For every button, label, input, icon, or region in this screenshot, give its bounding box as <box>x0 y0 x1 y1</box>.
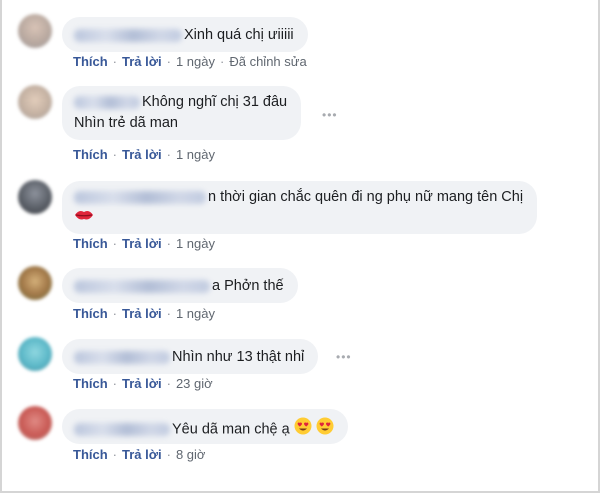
comment-bubble: Yêu dã man chệ ạ <box>62 409 348 444</box>
avatar[interactable] <box>18 406 52 440</box>
comment-text: a Phởn thế <box>212 278 284 294</box>
commenter-name[interactable] <box>74 279 210 293</box>
like-button[interactable]: Thích <box>73 236 108 251</box>
separator: · <box>112 147 118 162</box>
separator: · <box>166 306 171 321</box>
comment-text: Nhìn như 13 thật nhỉ <box>172 349 305 365</box>
avatar[interactable] <box>18 85 52 119</box>
comment-text-line-2: Nhìn trẻ dã man <box>74 115 178 131</box>
comment-actions: Thích · Trả lời · 23 giờ <box>73 376 213 391</box>
commenter-name[interactable] <box>74 95 140 109</box>
reply-button[interactable]: Trả lời <box>122 54 162 69</box>
avatar[interactable] <box>18 180 52 214</box>
commenter-name[interactable] <box>74 28 182 42</box>
comment-text: Xinh quá chị ưiiiii <box>184 27 294 43</box>
like-button[interactable]: Thích <box>73 306 108 321</box>
like-button[interactable]: Thích <box>73 54 108 69</box>
reply-button[interactable]: Trả lời <box>122 147 162 162</box>
comment-bubble: Nhìn như 13 thật nhỉ <box>62 339 319 374</box>
timestamp[interactable]: 1 ngày <box>176 147 215 162</box>
more-options-icon[interactable]: ••• <box>336 350 352 364</box>
separator: · <box>220 54 225 69</box>
separator: · <box>166 236 171 251</box>
like-button[interactable]: Thích <box>73 376 108 391</box>
timestamp[interactable]: 1 ngày <box>176 236 215 251</box>
timestamp[interactable]: 1 ngày <box>176 54 215 69</box>
separator: · <box>112 236 118 251</box>
comment-actions: Thích · Trả lời · 1 ngày <box>73 236 215 251</box>
heart-eyes-emoji-icon <box>316 417 334 442</box>
avatar[interactable] <box>18 266 52 300</box>
comment-text: n thời gian chắc quên đi ng phụ nữ mang … <box>208 189 524 205</box>
comment-actions: Thích · Trả lời · 8 giờ <box>73 447 205 462</box>
edited-label[interactable]: Đã chỉnh sửa <box>229 54 306 69</box>
separator: · <box>166 447 171 462</box>
reply-button[interactable]: Trả lời <box>122 376 162 391</box>
lips-emoji-icon <box>74 208 94 229</box>
timestamp[interactable]: 1 ngày <box>176 306 215 321</box>
comment-text-line-1: Không nghĩ chị 31 đâu <box>142 94 288 110</box>
commenter-name[interactable] <box>74 350 170 364</box>
separator: · <box>112 306 118 321</box>
comment-bubble: Không nghĩ chị 31 đâu Nhìn trẻ dã man <box>62 86 302 140</box>
separator: · <box>112 54 118 69</box>
commenter-name[interactable] <box>74 423 170 436</box>
like-button[interactable]: Thích <box>73 147 108 162</box>
timestamp[interactable]: 8 giờ <box>176 447 206 462</box>
separator: · <box>112 447 118 462</box>
reply-button[interactable]: Trả lời <box>122 236 162 251</box>
avatar[interactable] <box>18 337 52 371</box>
heart-eyes-emoji-icon <box>294 417 312 442</box>
timestamp[interactable]: 23 giờ <box>176 376 213 391</box>
reply-button[interactable]: Trả lời <box>122 447 162 462</box>
comment-bubble: n thời gian chắc quên đi ng phụ nữ mang … <box>62 181 538 234</box>
frame-left <box>0 0 2 493</box>
comment-bubble: Xinh quá chị ưiiiii <box>62 17 308 52</box>
comment-actions: Thích · Trả lời · 1 ngày <box>73 147 215 162</box>
commenter-name[interactable] <box>74 190 206 204</box>
comment-bubble: a Phởn thế <box>62 268 298 303</box>
reply-button[interactable]: Trả lời <box>122 306 162 321</box>
comment-actions: Thích · Trả lời · 1 ngày <box>73 306 215 321</box>
like-button[interactable]: Thích <box>73 447 108 462</box>
separator: · <box>166 147 171 162</box>
avatar[interactable] <box>18 14 52 48</box>
comment-text: Yêu dã man chệ ạ <box>172 421 290 438</box>
more-options-icon[interactable]: ••• <box>322 108 338 122</box>
separator: · <box>166 376 171 391</box>
separator: · <box>112 376 118 391</box>
comment-actions: Thích · Trả lời · 1 ngày · Đã chỉnh sửa <box>73 54 307 69</box>
separator: · <box>166 54 171 69</box>
